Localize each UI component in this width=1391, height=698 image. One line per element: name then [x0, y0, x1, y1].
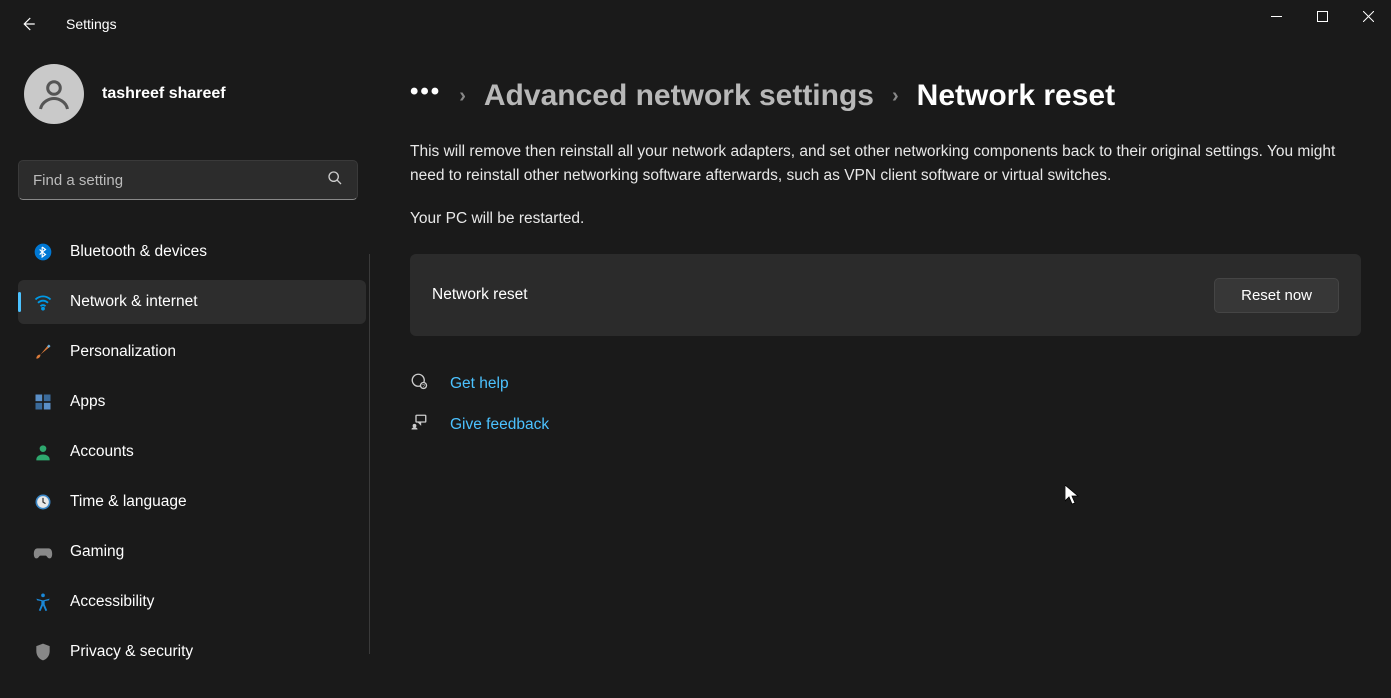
chevron-right-icon: › — [892, 85, 899, 108]
nav-list: Bluetooth & devices Network & internet P… — [18, 230, 366, 674]
sidebar-item-privacy[interactable]: Privacy & security — [18, 630, 366, 674]
give-feedback-link[interactable]: Give feedback — [410, 413, 1361, 436]
profile-name: tashreef shareef — [102, 85, 226, 103]
sidebar-item-time[interactable]: Time & language — [18, 480, 366, 524]
breadcrumb-more[interactable]: ••• — [410, 78, 441, 114]
sidebar-item-gaming[interactable]: Gaming — [18, 530, 366, 574]
description-text: This will remove then reinstall all your… — [410, 140, 1361, 188]
profile-block[interactable]: tashreef shareef — [18, 54, 370, 134]
sidebar-item-bluetooth[interactable]: Bluetooth & devices — [18, 230, 366, 274]
restart-note: Your PC will be restarted. — [410, 210, 1361, 228]
get-help-link[interactable]: ? Get help — [410, 372, 1361, 395]
titlebar: Settings — [0, 0, 1391, 48]
person-icon — [32, 441, 54, 463]
chevron-right-icon: › — [459, 85, 466, 108]
minimize-button[interactable] — [1253, 0, 1299, 32]
maximize-button[interactable] — [1299, 0, 1345, 32]
window-controls — [1253, 0, 1391, 32]
sidebar-item-label: Apps — [70, 393, 105, 411]
main-content: ••• › Advanced network settings › Networ… — [370, 48, 1391, 698]
feedback-icon — [410, 413, 430, 436]
breadcrumb-current: Network reset — [917, 79, 1115, 113]
sidebar-item-label: Network & internet — [70, 293, 198, 311]
sidebar-item-label: Accounts — [70, 443, 134, 461]
sidebar-item-label: Privacy & security — [70, 643, 193, 661]
sidebar-item-label: Bluetooth & devices — [70, 243, 207, 261]
sidebar-item-label: Personalization — [70, 343, 176, 361]
svg-text:?: ? — [422, 384, 425, 390]
help-icon: ? — [410, 372, 430, 395]
sidebar-item-label: Gaming — [70, 543, 124, 561]
close-button[interactable] — [1345, 0, 1391, 32]
gamepad-icon — [32, 541, 54, 563]
accessibility-icon — [32, 591, 54, 613]
wifi-icon — [32, 291, 54, 313]
link-text: Get help — [450, 375, 509, 393]
clock-icon — [32, 491, 54, 513]
sidebar-item-personalization[interactable]: Personalization — [18, 330, 366, 374]
footer-links: ? Get help Give feedback — [410, 372, 1361, 436]
breadcrumb-parent[interactable]: Advanced network settings — [484, 79, 874, 113]
shield-icon — [32, 641, 54, 663]
brush-icon — [32, 341, 54, 363]
sidebar-item-apps[interactable]: Apps — [18, 380, 366, 424]
app-title: Settings — [66, 16, 117, 32]
sidebar: tashreef shareef Bluetooth & devices Net… — [0, 48, 370, 698]
sidebar-item-label: Time & language — [70, 493, 187, 511]
search-input[interactable] — [33, 172, 327, 189]
sidebar-item-network[interactable]: Network & internet — [18, 280, 366, 324]
breadcrumb: ••• › Advanced network settings › Networ… — [410, 78, 1361, 114]
back-button[interactable] — [8, 4, 48, 44]
sidebar-divider — [369, 254, 370, 654]
card-label: Network reset — [432, 286, 528, 304]
network-reset-card: Network reset Reset now — [410, 254, 1361, 336]
reset-now-button[interactable]: Reset now — [1214, 278, 1339, 313]
sidebar-item-label: Accessibility — [70, 593, 154, 611]
sidebar-item-accessibility[interactable]: Accessibility — [18, 580, 366, 624]
apps-icon — [32, 391, 54, 413]
bluetooth-icon — [32, 241, 54, 263]
link-text: Give feedback — [450, 416, 549, 434]
sidebar-item-accounts[interactable]: Accounts — [18, 430, 366, 474]
search-icon — [327, 170, 343, 191]
avatar — [24, 64, 84, 124]
search-box[interactable] — [18, 160, 358, 200]
